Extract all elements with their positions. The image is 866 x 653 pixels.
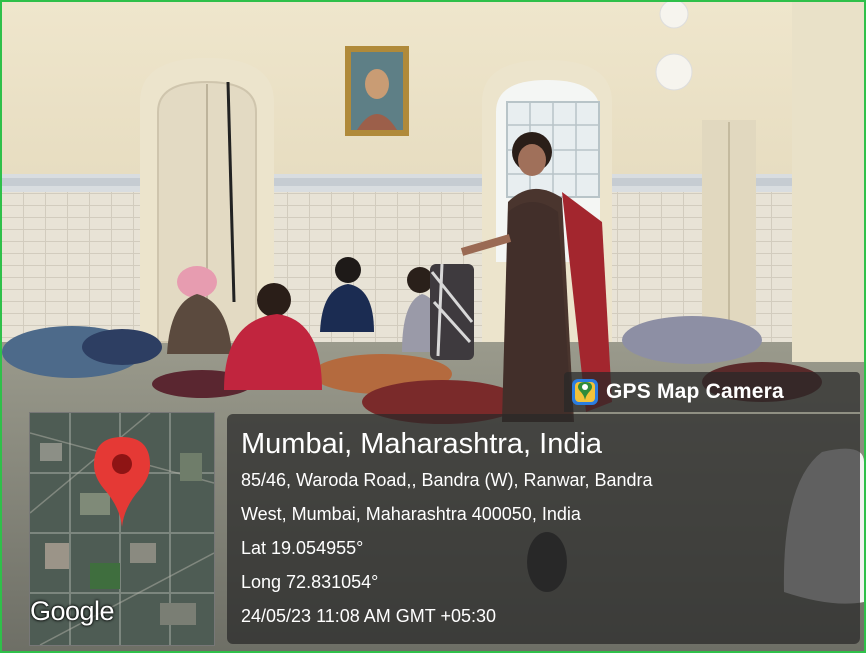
photo-frame: Google GPS Map Camera Mumbai, Maharashtr… <box>0 0 866 653</box>
address-line-1: 85/46, Waroda Road,, Bandra (W), Ranwar,… <box>241 470 653 490</box>
map-marker-icon <box>94 437 150 527</box>
longitude-text: Long 72.831054° <box>241 572 379 592</box>
location-title: Mumbai, Maharashtra, India <box>241 428 603 460</box>
gps-badge: GPS Map Camera <box>564 372 860 412</box>
location-pin-icon <box>572 379 598 405</box>
gps-badge-label: GPS Map Camera <box>606 380 784 403</box>
location-panel: Mumbai, Maharashtra, India 85/46, Waroda… <box>227 414 860 644</box>
datetime-text: 24/05/23 11:08 AM GMT +05:30 <box>241 606 497 626</box>
google-watermark: Google <box>30 596 115 626</box>
map-thumbnail: Google <box>29 412 215 646</box>
address-line-2: West, Mumbai, Maharashtra 400050, India <box>241 504 581 524</box>
latitude-text: Lat 19.054955° <box>241 538 364 558</box>
